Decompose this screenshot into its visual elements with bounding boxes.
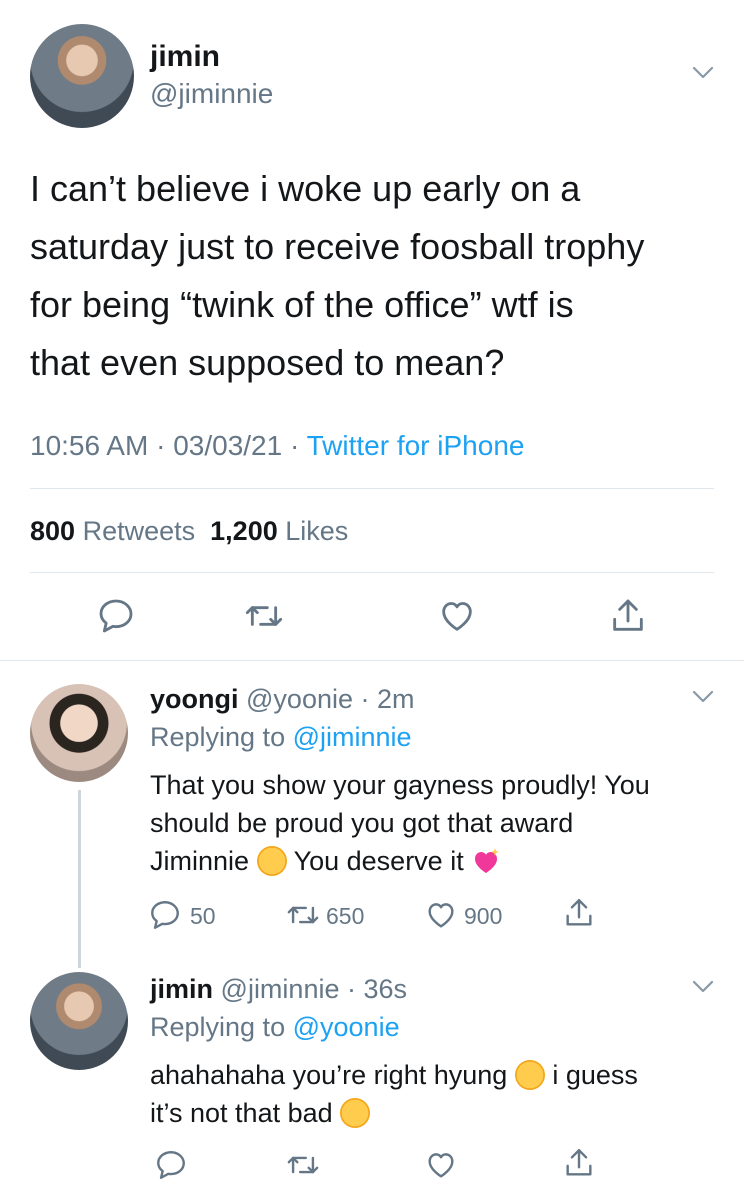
avatar[interactable]: [30, 684, 128, 782]
like-count: 900: [464, 903, 503, 929]
like-icon[interactable]: [424, 1148, 458, 1182]
separator: ·: [353, 684, 377, 714]
reply-text-segment: You deserve it: [293, 846, 464, 876]
tweet-date: 03/03/21: [173, 430, 283, 461]
reply-text: ahahahaha you’re right hyung i guess it’…: [150, 1056, 730, 1132]
tweet-meta: 10:56 AM · 03/03/21 · Twitter for iPhone: [30, 430, 524, 462]
replying-to: Replying to @yoonie: [150, 1012, 400, 1043]
tweet-text-line: for being “twink of the office” wtf is: [30, 284, 574, 325]
retweets-stat[interactable]: 800 Retweets: [30, 516, 195, 546]
mention-link[interactable]: @jiminnie: [293, 722, 412, 752]
reply-text-line: ahahahaha you’re right hyung i guess: [150, 1056, 730, 1094]
author-handle[interactable]: @jiminnie: [221, 974, 340, 1004]
divider: [30, 488, 714, 489]
share-icon[interactable]: [562, 1146, 596, 1180]
divider: [30, 572, 714, 573]
replying-label: Replying to: [150, 1012, 286, 1042]
author-handle[interactable]: @jiminnie: [150, 78, 273, 110]
share-icon[interactable]: [608, 596, 648, 636]
author-handle[interactable]: @yoonie: [246, 684, 353, 714]
retweet-icon[interactable]: [244, 596, 284, 636]
reply-text-segment: Jiminnie: [150, 846, 250, 876]
tweet-source-link[interactable]: Twitter for iPhone: [307, 430, 525, 461]
reply-text-line: it’s not that bad: [150, 1094, 730, 1132]
share-icon[interactable]: [562, 896, 596, 930]
separator: ·: [289, 430, 307, 461]
author-name[interactable]: yoongi: [150, 684, 239, 714]
tweet-text: I can’t believe i woke up early on a sat…: [30, 160, 720, 392]
tweet-age: 36s: [363, 974, 408, 1004]
section-divider: [0, 660, 744, 661]
reply-header: yoongi @yoonie · 2m: [150, 684, 415, 715]
separator: ·: [339, 974, 364, 1004]
reply-text-segment: it’s not that bad: [150, 1098, 333, 1128]
main-tweet: jimin @jiminnie I can’t believe i woke u…: [0, 0, 744, 660]
tweet-time: 10:56 AM: [30, 430, 149, 461]
tweet-text-line: saturday just to receive foosball trophy: [30, 226, 645, 267]
retweet-icon[interactable]: [286, 1148, 320, 1182]
reply-icon[interactable]: [96, 596, 136, 636]
reply-text-segment: ahahahaha you’re right hyung: [150, 1060, 508, 1090]
sparkling-heart-emoji-icon: [475, 848, 500, 873]
replying-label: Replying to: [150, 722, 286, 752]
likes-stat[interactable]: 1,200 Likes: [210, 516, 348, 546]
reply-icon[interactable]: [148, 898, 182, 932]
reply-text: That you show your gayness proudly! You …: [150, 766, 730, 880]
mention-link[interactable]: @yoonie: [293, 1012, 400, 1042]
tweet-text-line: that even supposed to mean?: [30, 342, 505, 383]
avatar[interactable]: [30, 972, 128, 1070]
retweets-label: Retweets: [82, 516, 196, 546]
replying-to: Replying to @jiminnie: [150, 722, 412, 753]
tweet-text-line: I can’t believe i woke up early on a: [30, 168, 581, 209]
chevron-down-icon[interactable]: [692, 690, 714, 704]
tweet-stats: 800 Retweets 1,200 Likes: [30, 516, 348, 547]
reply-text-line: should be proud you got that award: [150, 808, 574, 838]
reply-header: jimin @jiminnie · 36s: [150, 974, 407, 1005]
author-name[interactable]: jimin: [150, 40, 220, 74]
likes-label: Likes: [285, 516, 349, 546]
smiling-face-with-hearts-emoji-icon: [256, 846, 287, 876]
chevron-down-icon[interactable]: [692, 980, 714, 994]
reply-count: 50: [190, 903, 216, 929]
likes-count: 1,200: [210, 516, 278, 546]
smiling-face-with-hearts-emoji-icon: [340, 1098, 371, 1128]
like-icon[interactable]: [437, 596, 477, 636]
thread-line: [78, 790, 81, 968]
retweet-icon[interactable]: [286, 898, 320, 932]
author-name[interactable]: jimin: [150, 974, 213, 1004]
grinning-face-with-sweat-emoji-icon: [514, 1060, 545, 1090]
reply-icon[interactable]: [154, 1148, 188, 1182]
separator: ·: [156, 430, 174, 461]
retweet-count: 650: [326, 903, 365, 929]
tweet-age: 2m: [377, 684, 415, 714]
reply-text-segment: i guess: [552, 1060, 638, 1090]
avatar[interactable]: [30, 24, 134, 128]
reply-text-line: That you show your gayness proudly! You: [150, 770, 650, 800]
chevron-down-icon[interactable]: [692, 66, 714, 80]
like-icon[interactable]: [424, 898, 458, 932]
retweets-count: 800: [30, 516, 76, 546]
reply-text-line: Jiminnie You deserve it: [150, 842, 730, 880]
